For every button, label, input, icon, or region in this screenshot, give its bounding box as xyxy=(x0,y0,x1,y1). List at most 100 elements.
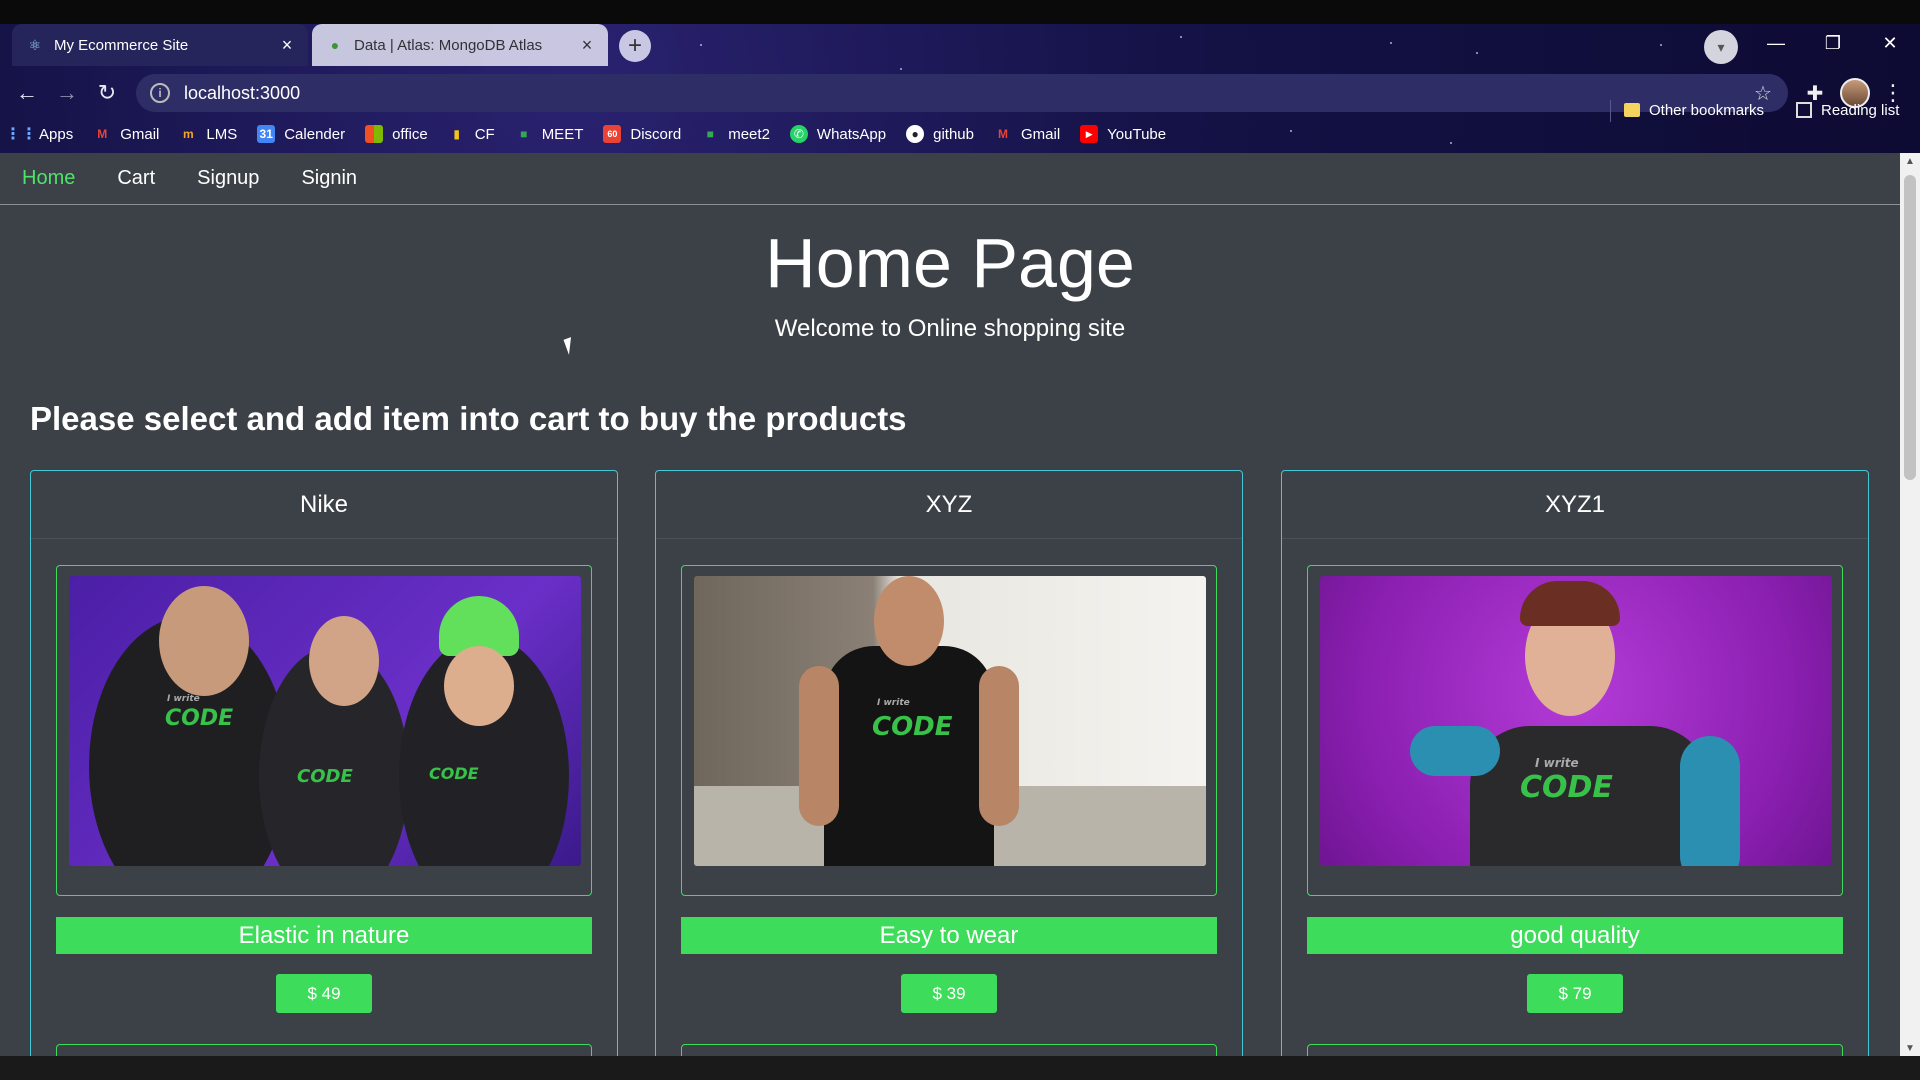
new-tab-button[interactable]: + xyxy=(619,30,651,62)
shirt-text: I write xyxy=(1535,756,1579,770)
product-name: XYZ xyxy=(656,471,1242,539)
bookmark-apps[interactable]: ⋮⋮ Apps xyxy=(5,125,74,144)
window-close-icon[interactable]: ✕ xyxy=(1870,28,1910,58)
product-image-frame: I write CODE xyxy=(1307,565,1843,896)
product-image-frame: I write CODE CODE CODE xyxy=(56,565,592,896)
reading-list-label: Reading list xyxy=(1821,101,1900,119)
bookmark-label: Gmail xyxy=(120,125,160,143)
product-image[interactable]: I write CODE CODE CODE xyxy=(69,576,581,866)
bookmarks-bar: ⋮⋮ Apps M Gmail m LMS 31 Calender office… xyxy=(5,118,1186,150)
star-decoration xyxy=(700,44,702,46)
bookmark-label: YouTube xyxy=(1107,125,1167,143)
sleeve-shape xyxy=(1680,736,1740,866)
scrollbar-thumb[interactable] xyxy=(1904,175,1916,480)
nav-signup-link[interactable]: Signup xyxy=(197,167,259,190)
site-info-icon[interactable]: i xyxy=(150,83,170,103)
bookmark-calender[interactable]: 31 Calender xyxy=(257,125,345,143)
bookmark-label: Gmail xyxy=(1021,125,1061,143)
bookmark-office[interactable]: office xyxy=(365,125,428,143)
bookmark-meet2[interactable]: ■ meet2 xyxy=(701,125,770,143)
bookmark-gmail-2[interactable]: M Gmail xyxy=(994,125,1060,143)
bookmark-github[interactable]: ● github xyxy=(906,125,974,143)
product-card-nike: Nike I write CODE CODE CODE Elastic in n… xyxy=(30,470,618,1056)
bookmark-whatsapp[interactable]: ✆ WhatsApp xyxy=(789,125,886,143)
bookmark-cf[interactable]: ▮ CF xyxy=(448,125,495,143)
shirt-code-text: CODE xyxy=(1520,770,1613,805)
calendar-icon: 31 xyxy=(257,125,276,143)
star-decoration xyxy=(900,68,902,70)
forward-icon[interactable]: → xyxy=(50,76,84,110)
close-icon[interactable]: × xyxy=(276,34,298,56)
mongodb-leaf-icon: ● xyxy=(330,37,340,53)
scroll-down-icon[interactable]: ▼ xyxy=(1900,1040,1920,1056)
reload-icon[interactable]: ↻ xyxy=(90,76,124,110)
gmail-icon: M xyxy=(998,127,1008,141)
bookmark-label: Apps xyxy=(39,125,74,143)
folder-icon xyxy=(1624,103,1640,117)
sleeve-shape xyxy=(1410,726,1500,776)
os-top-bar xyxy=(0,0,1920,24)
codeforces-icon: ▮ xyxy=(453,127,460,141)
star-decoration xyxy=(1476,52,1478,54)
youtube-icon: ▶ xyxy=(1080,125,1099,143)
bookmark-gmail[interactable]: M Gmail xyxy=(93,125,159,143)
bookmark-meet[interactable]: ■ MEET xyxy=(515,125,584,143)
address-url: localhost:3000 xyxy=(184,82,301,103)
star-decoration xyxy=(1180,36,1182,38)
price-button[interactable]: $ 39 xyxy=(901,974,997,1013)
product-description: good quality xyxy=(1307,917,1843,954)
product-name: XYZ1 xyxy=(1282,471,1868,539)
nav-cart-link[interactable]: Cart xyxy=(117,167,155,190)
section-heading: Please select and add item into cart to … xyxy=(30,400,907,437)
gmail-icon: M xyxy=(97,127,108,141)
tab-search-icon[interactable]: ▾ xyxy=(1704,30,1738,64)
close-icon[interactable]: × xyxy=(576,34,598,56)
product-image[interactable]: I write CODE xyxy=(1320,576,1832,866)
reading-list-icon xyxy=(1796,102,1812,118)
hair-shape xyxy=(1520,581,1620,626)
star-decoration xyxy=(1390,42,1392,44)
tab-my-ecommerce-site[interactable]: ⚛ My Ecommerce Site × xyxy=(12,24,308,66)
next-section-frame xyxy=(681,1044,1217,1056)
nav-home-link[interactable]: Home xyxy=(22,167,75,190)
star-decoration xyxy=(1290,130,1292,132)
page-subtitle: Welcome to Online shopping site xyxy=(774,315,1126,342)
shirt-code-text: CODE xyxy=(872,712,953,742)
bookmark-discord[interactable]: 60 Discord xyxy=(603,125,681,143)
bookmark-label: CF xyxy=(474,125,495,143)
shirt-code-text: CODE xyxy=(429,764,479,783)
reading-list[interactable]: Reading list xyxy=(1796,94,1899,126)
bookmark-label: meet2 xyxy=(728,125,770,143)
screen: ⚛ My Ecommerce Site × ● Data | Atlas: Mo… xyxy=(0,0,1920,1080)
arm-shape xyxy=(979,666,1019,826)
face-shape xyxy=(444,646,514,726)
tab-title: My Ecommerce Site xyxy=(54,36,189,54)
price-button[interactable]: $ 79 xyxy=(1527,974,1623,1013)
meet-icon: ■ xyxy=(706,127,714,141)
nav-signin-link[interactable]: Signin xyxy=(301,167,357,190)
bookmark-lms[interactable]: m LMS xyxy=(179,125,237,143)
os-bottom-bar xyxy=(0,1056,1920,1080)
web-page: Home Cart Signup Signin Home Page Welcom… xyxy=(0,153,1900,1056)
product-card-xyz: XYZ I write CODE Easy to wear $ 39 xyxy=(655,470,1243,1056)
bookmark-label: Calender xyxy=(284,125,346,143)
price-button[interactable]: $ 49 xyxy=(276,974,372,1013)
product-description: Easy to wear xyxy=(681,917,1217,954)
minimize-icon[interactable]: — xyxy=(1756,28,1796,58)
shirt-code-text: CODE xyxy=(297,766,353,787)
lms-icon: m xyxy=(183,127,194,141)
product-image[interactable]: I write CODE xyxy=(694,576,1206,866)
page-scrollbar[interactable]: ▲ ▼ xyxy=(1900,153,1920,1056)
bookmark-label: MEET xyxy=(541,125,584,143)
restore-icon[interactable]: ❐ xyxy=(1813,28,1853,58)
tab-mongodb-atlas[interactable]: ● Data | Atlas: MongoDB Atlas × xyxy=(312,24,608,66)
face-shape xyxy=(874,576,944,666)
other-bookmarks[interactable]: Other bookmarks xyxy=(1624,94,1764,126)
product-card-xyz1: XYZ1 I write CODE good quality $ 79 xyxy=(1281,470,1869,1056)
shirt-text: I write xyxy=(167,694,200,704)
bookmark-youtube[interactable]: ▶ YouTube xyxy=(1080,125,1166,143)
github-icon: ● xyxy=(906,125,925,143)
back-icon[interactable]: ← xyxy=(10,76,44,110)
address-bar[interactable]: i localhost:3000 ☆ xyxy=(136,74,1788,112)
scroll-up-icon[interactable]: ▲ xyxy=(1900,153,1920,169)
